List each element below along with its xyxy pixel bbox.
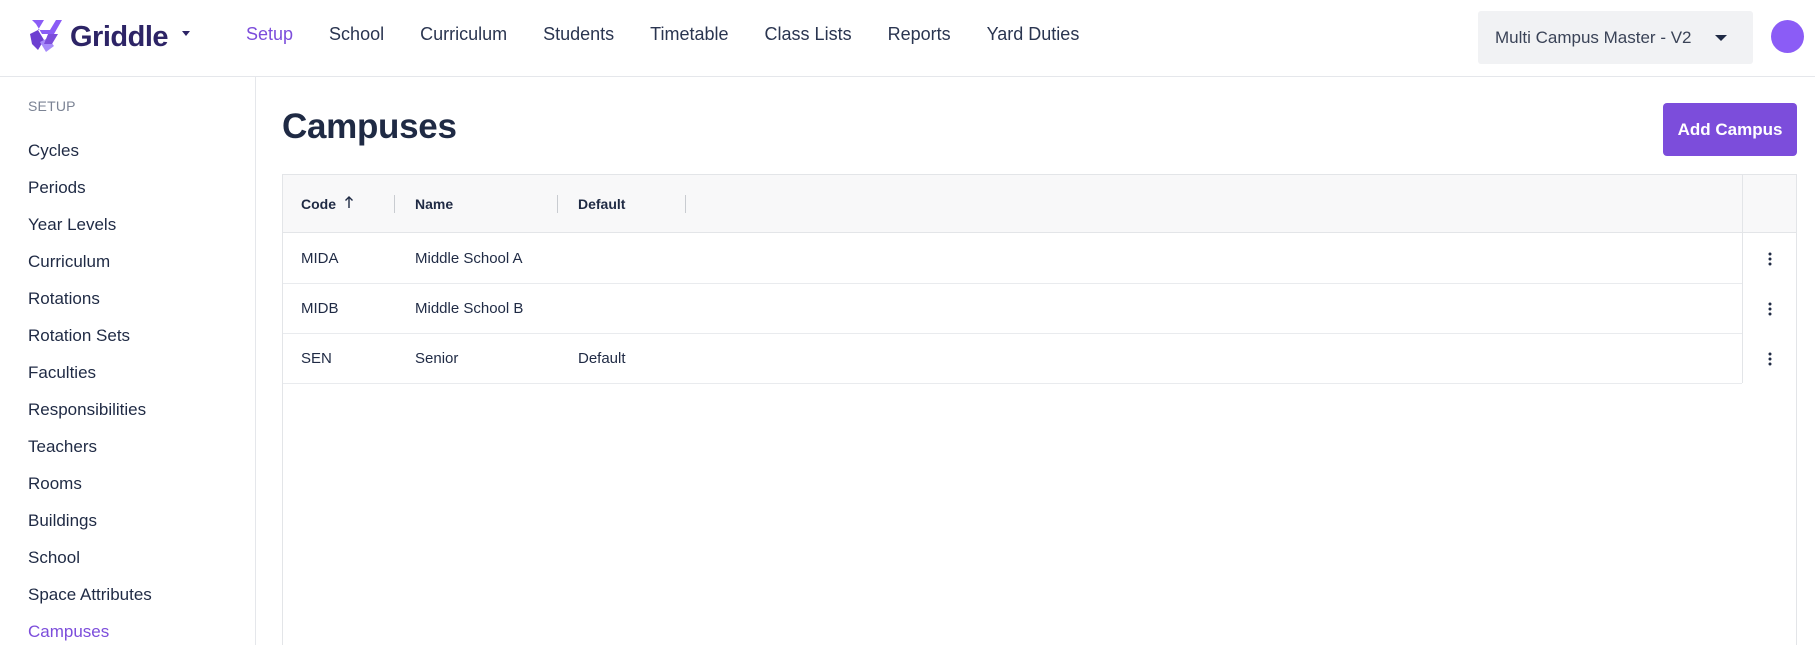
nav-item-reports[interactable]: Reports: [888, 24, 951, 48]
sidebar-item-rotations[interactable]: Rotations: [28, 280, 152, 317]
campus-table: Code Name Default MIDA Middle School A M…: [282, 174, 1797, 645]
column-header-name-label: Name: [415, 196, 454, 212]
sidebar-item-campuses[interactable]: Campuses: [28, 613, 152, 645]
column-header-default-label: Default: [578, 196, 626, 212]
row-actions-button[interactable]: [1743, 284, 1796, 334]
brand-menu[interactable]: Griddle: [26, 16, 191, 59]
table-row[interactable]: MIDA Middle School A: [283, 234, 1742, 284]
row-actions-button[interactable]: [1743, 334, 1796, 384]
cell-code: SEN: [301, 350, 332, 367]
cell-code: MIDA: [301, 250, 339, 267]
sidebar-item-cycles[interactable]: Cycles: [28, 132, 152, 169]
table-row[interactable]: SEN Senior Default: [283, 334, 1742, 384]
nav-item-class-lists[interactable]: Class Lists: [765, 24, 852, 48]
main-nav: Setup School Curriculum Students Timetab…: [228, 24, 1097, 48]
griddle-logo-icon: [26, 16, 64, 59]
caret-down-icon: [182, 30, 191, 36]
sidebar-item-buildings[interactable]: Buildings: [28, 502, 152, 539]
row-actions-button[interactable]: [1743, 234, 1796, 284]
add-campus-button[interactable]: Add Campus: [1663, 103, 1797, 156]
sidebar-item-year-levels[interactable]: Year Levels: [28, 206, 152, 243]
nav-item-yard-duties[interactable]: Yard Duties: [987, 24, 1080, 48]
sidebar-item-periods[interactable]: Periods: [28, 169, 152, 206]
campus-select[interactable]: Multi Campus Master - V2: [1478, 11, 1753, 64]
sidebar-item-space-attributes[interactable]: Space Attributes: [28, 576, 152, 613]
sidebar-list: Cycles Periods Year Levels Curriculum Ro…: [28, 132, 152, 645]
column-header-code[interactable]: Code: [301, 175, 336, 233]
brand-name: Griddle: [70, 20, 169, 53]
cell-code: MIDB: [301, 300, 339, 317]
column-header-name[interactable]: Name: [415, 175, 453, 233]
cell-name: Middle School A: [415, 250, 523, 267]
nav-item-school[interactable]: School: [329, 24, 384, 48]
sidebar: SETUP Cycles Periods Year Levels Curricu…: [0, 77, 256, 645]
sidebar-item-school[interactable]: School: [28, 539, 152, 576]
table-row[interactable]: MIDB Middle School B: [283, 284, 1742, 334]
sidebar-heading: SETUP: [28, 98, 76, 114]
cell-name: Middle School B: [415, 300, 524, 317]
more-vertical-icon: [1768, 252, 1771, 266]
column-header-default[interactable]: Default: [578, 175, 625, 233]
user-avatar[interactable]: [1771, 20, 1804, 53]
table-header: Code Name Default: [283, 175, 1796, 233]
nav-item-setup[interactable]: Setup: [246, 24, 293, 48]
page-title: Campuses: [282, 107, 457, 146]
campus-select-value: Multi Campus Master - V2: [1495, 27, 1692, 47]
arrow-up-icon: [344, 195, 354, 209]
nav-item-curriculum[interactable]: Curriculum: [420, 24, 507, 48]
column-resize-handle[interactable]: [685, 195, 686, 213]
dropdown-caret-icon: [1715, 35, 1727, 41]
sidebar-item-faculties[interactable]: Faculties: [28, 354, 152, 391]
sidebar-item-responsibilities[interactable]: Responsibilities: [28, 391, 152, 428]
sidebar-item-curriculum[interactable]: Curriculum: [28, 243, 152, 280]
column-resize-handle[interactable]: [394, 195, 395, 213]
sidebar-item-rooms[interactable]: Rooms: [28, 465, 152, 502]
cell-default: Default: [578, 350, 626, 367]
sidebar-item-rotation-sets[interactable]: Rotation Sets: [28, 317, 152, 354]
sidebar-item-teachers[interactable]: Teachers: [28, 428, 152, 465]
column-resize-handle[interactable]: [557, 195, 558, 213]
top-bar: Griddle Setup School Curriculum Students…: [0, 0, 1815, 77]
column-header-code-label: Code: [301, 196, 336, 212]
nav-item-students[interactable]: Students: [543, 24, 614, 48]
more-vertical-icon: [1768, 352, 1771, 366]
cell-name: Senior: [415, 350, 459, 367]
more-vertical-icon: [1768, 302, 1771, 316]
nav-item-timetable[interactable]: Timetable: [650, 24, 728, 48]
